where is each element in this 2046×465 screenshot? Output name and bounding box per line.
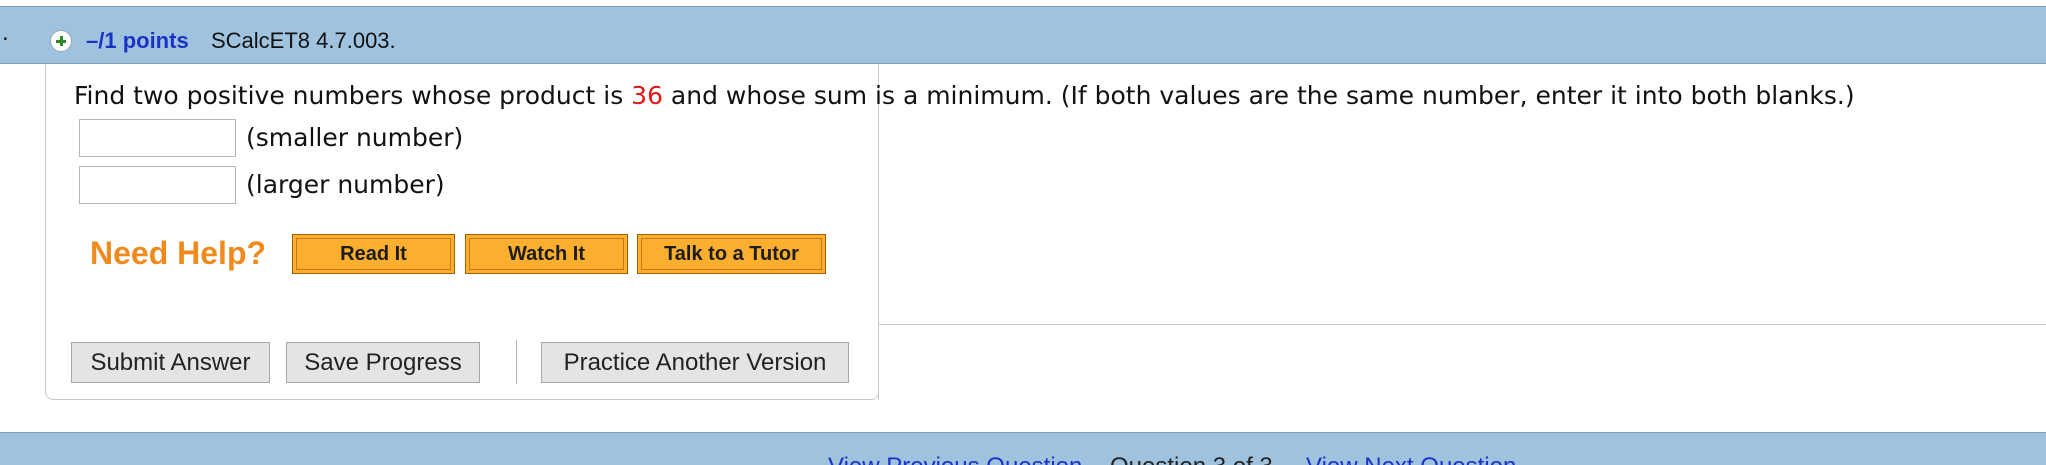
- read-it-button-label: Read It: [296, 238, 451, 270]
- question-source: SCalcET8 4.7.003.: [211, 28, 396, 53]
- question-text-before: Find two positive numbers whose product …: [74, 81, 632, 110]
- points-label: –/1 points: [86, 28, 189, 53]
- panel-divider-corner: [878, 324, 879, 400]
- expand-plus-icon[interactable]: [50, 30, 72, 52]
- smaller-number-input[interactable]: [79, 119, 236, 157]
- talk-to-tutor-button[interactable]: Talk to a Tutor: [637, 234, 826, 274]
- question-text: Find two positive numbers whose product …: [74, 81, 1855, 110]
- talk-to-tutor-button-label: Talk to a Tutor: [641, 238, 822, 270]
- watch-it-button[interactable]: Watch It: [465, 234, 628, 274]
- smaller-number-label: (smaller number): [246, 123, 464, 152]
- read-it-button[interactable]: Read It: [292, 234, 455, 274]
- panel-divider: [878, 324, 2046, 325]
- practice-another-version-button[interactable]: Practice Another Version: [541, 342, 849, 383]
- watch-it-button-label: Watch It: [469, 238, 624, 270]
- view-previous-question-link[interactable]: View Previous Question: [828, 453, 1082, 465]
- question-counter: Question 3 of 3: [1110, 453, 1273, 465]
- view-next-question-link[interactable]: View Next Question: [1306, 453, 1516, 465]
- question-header-bar: . –/1 points SCalcET8 4.7.003.: [0, 6, 2046, 64]
- question-nav-bar: View Previous Question Question 3 of 3 V…: [0, 432, 2046, 465]
- product-value: 36: [631, 81, 663, 110]
- submit-answer-button[interactable]: Submit Answer: [71, 342, 270, 383]
- button-divider: [516, 340, 517, 384]
- need-help-label: Need Help?: [90, 235, 267, 271]
- question-number-marker: .: [2, 19, 9, 46]
- larger-number-label: (larger number): [246, 170, 445, 199]
- save-progress-button[interactable]: Save Progress: [286, 342, 480, 383]
- question-page: . –/1 points SCalcET8 4.7.003. Find two …: [0, 0, 2046, 465]
- larger-number-input[interactable]: [79, 166, 236, 204]
- question-text-after: and whose sum is a minimum. (If both val…: [662, 81, 1855, 110]
